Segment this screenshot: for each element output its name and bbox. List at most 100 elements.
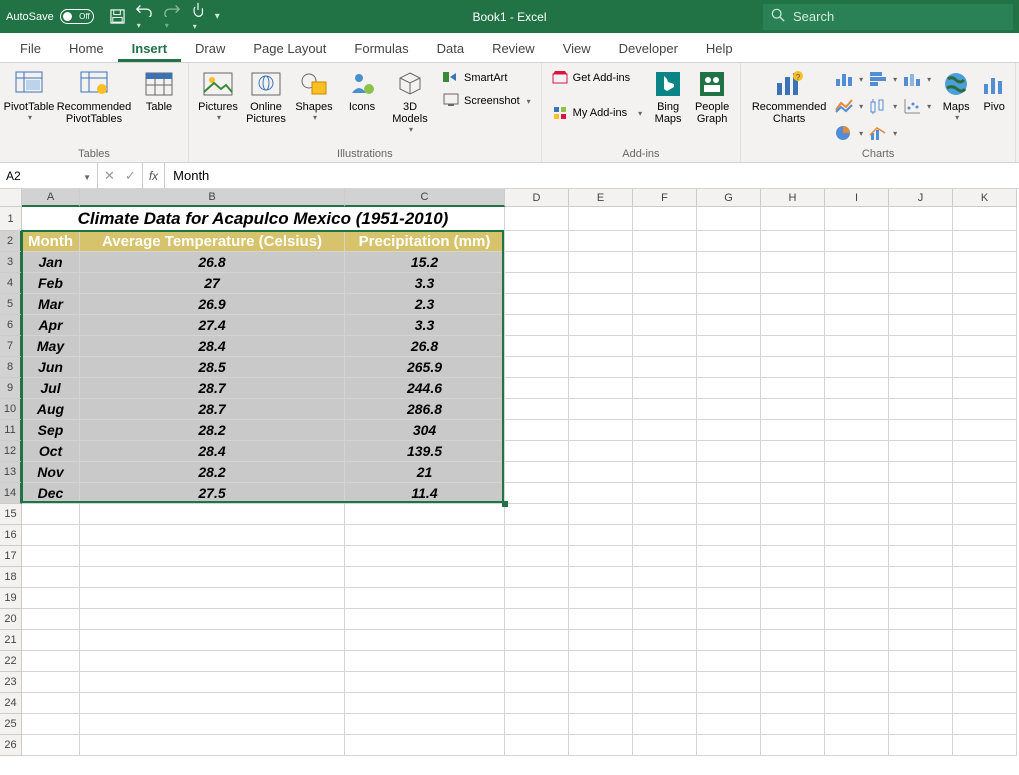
cell[interactable]: 28.7 [80, 399, 345, 420]
cell[interactable] [761, 714, 825, 735]
cell[interactable] [825, 483, 889, 504]
cell[interactable] [697, 294, 761, 315]
cell[interactable]: 15.2 [345, 252, 505, 273]
cell[interactable] [505, 630, 569, 651]
cell[interactable] [569, 294, 633, 315]
cell[interactable] [761, 672, 825, 693]
name-box[interactable]: A2 ▼ [0, 163, 98, 188]
row-header-11[interactable]: 11 [0, 420, 22, 441]
cell[interactable] [505, 714, 569, 735]
cell[interactable] [80, 630, 345, 651]
col-header-F[interactable]: F [633, 189, 697, 207]
tab-insert[interactable]: Insert [118, 34, 181, 62]
tab-view[interactable]: View [549, 34, 605, 62]
cell[interactable] [697, 504, 761, 525]
cell[interactable] [22, 651, 80, 672]
cell[interactable] [697, 483, 761, 504]
cell[interactable] [505, 693, 569, 714]
cell[interactable]: 28.2 [80, 462, 345, 483]
row-header-2[interactable]: 2 [0, 231, 22, 252]
cell[interactable] [633, 420, 697, 441]
cell[interactable] [505, 378, 569, 399]
cell[interactable] [633, 630, 697, 651]
cell[interactable] [697, 735, 761, 756]
cell[interactable]: 26.8 [345, 336, 505, 357]
cell[interactable] [953, 378, 1017, 399]
combo-chart-button[interactable]: ▾ [867, 121, 899, 145]
cell[interactable] [697, 207, 761, 231]
cell[interactable] [889, 273, 953, 294]
cell[interactable]: 27.5 [80, 483, 345, 504]
cell[interactable] [633, 252, 697, 273]
smartart-button[interactable]: SmartArt [439, 67, 535, 89]
cell[interactable] [825, 357, 889, 378]
cell[interactable] [761, 651, 825, 672]
3d-models-button[interactable]: 3D Models ▾ [387, 67, 433, 136]
cell[interactable]: Precipitation (mm) [345, 231, 505, 252]
cell[interactable]: 27 [80, 273, 345, 294]
redo-icon[interactable]: ▾ [163, 3, 181, 31]
cell[interactable] [505, 336, 569, 357]
col-header-E[interactable]: E [569, 189, 633, 207]
pivotchart-button[interactable]: Pivo [979, 67, 1009, 115]
cell[interactable] [953, 546, 1017, 567]
cell[interactable] [633, 207, 697, 231]
cell[interactable] [761, 357, 825, 378]
autosave-toggle[interactable]: AutoSave Off [6, 9, 94, 24]
scatter-chart-button[interactable]: ▾ [901, 94, 933, 118]
save-icon[interactable] [110, 9, 125, 24]
col-header-A[interactable]: A [22, 189, 80, 207]
cell[interactable]: Jul [22, 378, 80, 399]
cell[interactable] [569, 714, 633, 735]
row-header-15[interactable]: 15 [0, 504, 22, 525]
cell[interactable]: 2.3 [345, 294, 505, 315]
cell[interactable] [953, 420, 1017, 441]
cell[interactable] [825, 546, 889, 567]
col-header-D[interactable]: D [505, 189, 569, 207]
cell[interactable] [569, 609, 633, 630]
cell[interactable] [697, 420, 761, 441]
cell[interactable] [22, 630, 80, 651]
cell[interactable] [761, 252, 825, 273]
cell[interactable] [22, 693, 80, 714]
cell[interactable] [633, 714, 697, 735]
cell[interactable] [953, 504, 1017, 525]
cell[interactable] [889, 462, 953, 483]
cell[interactable] [953, 399, 1017, 420]
cell[interactable] [761, 315, 825, 336]
col-header-G[interactable]: G [697, 189, 761, 207]
cell[interactable]: May [22, 336, 80, 357]
cell[interactable] [825, 336, 889, 357]
cell[interactable] [761, 693, 825, 714]
cell[interactable] [697, 462, 761, 483]
cell[interactable] [889, 357, 953, 378]
cell[interactable] [633, 525, 697, 546]
qat-customize-icon[interactable]: ▾ [215, 11, 220, 22]
cell[interactable] [825, 567, 889, 588]
cell[interactable] [825, 630, 889, 651]
cell[interactable] [761, 588, 825, 609]
cell[interactable] [953, 357, 1017, 378]
row-header-9[interactable]: 9 [0, 378, 22, 399]
cell[interactable] [825, 672, 889, 693]
cell[interactable] [80, 693, 345, 714]
cell[interactable]: 286.8 [345, 399, 505, 420]
cell[interactable] [569, 735, 633, 756]
cell[interactable] [889, 546, 953, 567]
cell[interactable]: Average Temperature (Celsius) [80, 231, 345, 252]
cell[interactable] [889, 207, 953, 231]
row-header-3[interactable]: 3 [0, 252, 22, 273]
cell[interactable] [953, 630, 1017, 651]
row-header-19[interactable]: 19 [0, 588, 22, 609]
cell[interactable] [825, 378, 889, 399]
cell[interactable] [345, 504, 505, 525]
cell[interactable] [505, 504, 569, 525]
cell[interactable] [697, 357, 761, 378]
cell[interactable] [505, 207, 569, 231]
undo-icon[interactable]: ▾ [135, 3, 153, 31]
cell[interactable] [22, 588, 80, 609]
cell[interactable] [569, 483, 633, 504]
cell[interactable] [633, 609, 697, 630]
cell[interactable] [22, 672, 80, 693]
col-header-K[interactable]: K [953, 189, 1017, 207]
